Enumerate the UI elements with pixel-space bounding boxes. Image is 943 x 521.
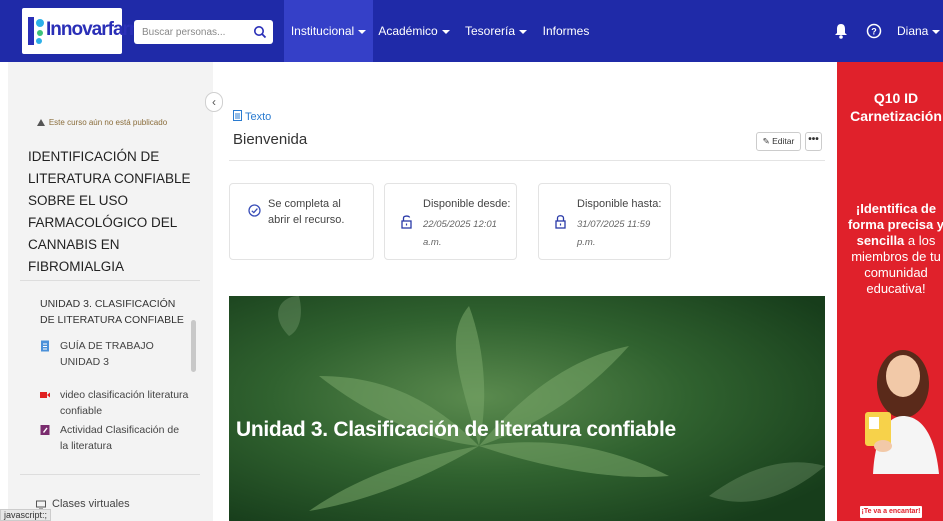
chevron-down-icon	[519, 29, 528, 34]
nav-tesoreria-label: Tesorería	[464, 24, 516, 38]
more-options-icon: •••	[808, 134, 819, 145]
available-until-date: 31/07/2025 11:59 p.m.	[577, 219, 651, 248]
banner-title: Unidad 3. Clasificación de literatura co…	[236, 418, 676, 441]
svg-text:?: ?	[871, 27, 877, 37]
more-options-button[interactable]: •••	[805, 132, 822, 151]
ad-title: Q10 ID Carnetización	[837, 89, 943, 125]
nav-academico-label: Académico	[378, 24, 438, 38]
q10-ad-banner[interactable]: Q10 ID Carnetización ¡Identifica de form…	[837, 62, 943, 521]
page-title: Bienvenida	[233, 131, 308, 148]
divider	[20, 474, 200, 475]
sidebar-scrollbar[interactable]	[191, 320, 196, 372]
divider	[229, 160, 825, 161]
nav-academico[interactable]: Académico	[378, 0, 450, 62]
logo-mark-icon	[28, 17, 44, 45]
completion-text: Se completa al abrir el recurso.	[268, 198, 345, 226]
chevron-down-icon	[932, 29, 941, 34]
help-icon[interactable]: ?	[866, 23, 882, 39]
search-box	[134, 20, 273, 44]
divider	[20, 280, 200, 281]
search-icon[interactable]	[253, 25, 267, 39]
check-circle-icon	[248, 204, 261, 217]
edit-button[interactable]: ✎ Editar	[756, 132, 801, 151]
lock-icon	[555, 215, 566, 229]
activity-icon	[40, 425, 50, 435]
woman-with-id-card-image	[865, 350, 939, 474]
sidebar-item-clases-virtuales[interactable]: Clases virtuales	[36, 496, 186, 512]
sidebar-item-label: GUÍA DE TRABAJO UNIDAD 3	[60, 340, 154, 368]
nav-institucional[interactable]: Institucional	[284, 0, 373, 62]
sidebar-item-guia[interactable]: GUÍA DE TRABAJO UNIDAD 3	[40, 338, 190, 370]
resource-type-link[interactable]: Texto	[233, 110, 271, 123]
video-icon	[40, 392, 50, 398]
ad-product: Carnetización	[850, 108, 942, 124]
nav-tesoreria[interactable]: Tesorería	[462, 0, 530, 62]
cannabis-leaf-image	[229, 296, 825, 521]
chevron-down-icon	[441, 29, 450, 34]
document-icon	[233, 110, 242, 121]
chevron-down-icon	[358, 29, 367, 34]
sidebar-item-actividad[interactable]: Actividad Clasificación de la literatura	[40, 422, 190, 454]
course-title: IDENTIFICACIÓN DE LITERATURA CONFIABLE S…	[28, 149, 191, 274]
resource-type-label: Texto	[245, 111, 272, 123]
available-from-card: Disponible desde: 22/05/2025 12:01 a.m.	[384, 183, 517, 260]
status-bar-url: javascript:;	[0, 509, 52, 521]
document-icon	[41, 340, 49, 352]
ad-cta-button[interactable]: ¡Te va a encantar!	[860, 506, 922, 518]
sidebar-item-video[interactable]: video clasificación literatura confiable	[40, 387, 190, 419]
available-until-card: Disponible hasta: 31/07/2025 11:59 p.m.	[538, 183, 671, 260]
sidebar-item-label: Clases virtuales	[52, 498, 130, 510]
innovarfarma-logo[interactable]: Innovarfarma	[22, 8, 155, 54]
user-name: Diana	[897, 24, 929, 38]
chevron-left-icon: ‹	[212, 95, 216, 109]
edit-button-label: Editar	[772, 136, 795, 146]
available-from-label: Disponible desde:	[423, 198, 511, 210]
ad-brand: Q10 ID	[873, 90, 919, 106]
bell-icon[interactable]	[834, 23, 848, 39]
sidebar-item-label: Actividad Clasificación de la literatura	[60, 424, 180, 452]
unpublished-notice: Este curso aún no está publicado	[22, 112, 182, 134]
search-input[interactable]	[134, 20, 252, 44]
unlock-icon	[401, 215, 412, 229]
top-navbar: Innovarfarma Institucional Académico Tes…	[0, 0, 943, 62]
unit-title[interactable]: UNIDAD 3. CLASIFICACIÓN DE LITERATURA CO…	[40, 296, 190, 328]
nav-institucional-label: Institucional	[290, 24, 355, 38]
ad-message: ¡Identifica de forma precisa y sencilla …	[837, 201, 943, 297]
course-sidebar: Este curso aún no está publicado IDENTIF…	[8, 62, 213, 521]
user-menu[interactable]: Diana	[897, 0, 941, 62]
nav-informes[interactable]: Informes	[540, 0, 592, 62]
nav-informes-label: Informes	[542, 24, 590, 38]
content-banner: Unidad 3. Clasificación de literatura co…	[229, 296, 825, 521]
warning-icon	[36, 119, 45, 126]
sidebar-item-label: video clasificación literatura confiable	[60, 389, 189, 417]
pencil-icon: ✎	[762, 136, 770, 146]
available-until-label: Disponible hasta:	[577, 198, 662, 210]
collapse-sidebar-button[interactable]: ‹	[205, 92, 223, 112]
completion-card: Se completa al abrir el recurso.	[229, 183, 374, 260]
available-from-date: 22/05/2025 12:01 a.m.	[423, 219, 497, 248]
unpublished-notice-text: Este curso aún no está publicado	[48, 118, 168, 127]
